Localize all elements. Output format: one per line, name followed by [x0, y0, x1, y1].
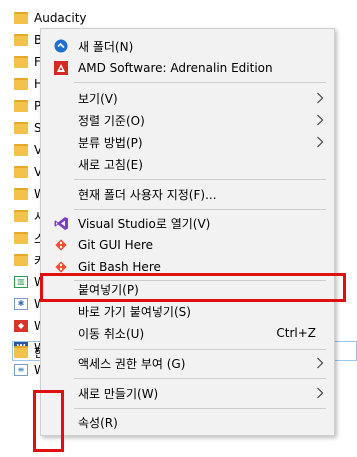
- menu-item-label: 바로 가기 붙여넣기(S): [78, 304, 191, 319]
- file-row[interactable]: F: [14, 52, 41, 72]
- folder-icon: [14, 346, 28, 358]
- menu-item-give-access[interactable]: 액세스 권한 부여 (G): [41, 352, 334, 374]
- menu-item-label: 현재 폴더 사용자 지정(F)...: [78, 187, 217, 202]
- menu-separator: [74, 209, 326, 210]
- menu-item-label: 이동 취소(U): [78, 326, 145, 341]
- menu-item-label: Git Bash Here: [78, 260, 161, 274]
- doc-icon: ≡: [14, 364, 28, 376]
- folder-icon: [14, 12, 28, 24]
- menu-separator: [74, 349, 326, 350]
- menu-item-label: 정렬 기준(O): [78, 113, 145, 128]
- folder-icon: [14, 122, 28, 134]
- menu-item-view[interactable]: 보기(V): [41, 87, 334, 109]
- new-folder-icon: [53, 38, 69, 54]
- file-row[interactable]: P: [14, 96, 41, 116]
- chevron-right-icon: [317, 136, 324, 148]
- menu-item-label: 액세스 권한 부여 (G): [78, 356, 186, 371]
- app-icon: ✱: [14, 298, 28, 310]
- menu-item-label: 보기(V): [78, 91, 118, 106]
- menu-item-refresh[interactable]: 새로 고침(E): [41, 153, 334, 175]
- chevron-right-icon: [317, 357, 324, 369]
- folder-icon: [14, 34, 28, 46]
- menu-item-label: Git GUI Here: [78, 238, 154, 252]
- menu-item-properties[interactable]: 속성(R): [41, 411, 334, 433]
- menu-item-git-gui[interactable]: Git GUI Here: [41, 234, 334, 256]
- menu-separator: [74, 82, 326, 83]
- folder-icon: [14, 188, 28, 200]
- visual-studio-icon: [53, 215, 69, 231]
- highlight-box: [33, 390, 64, 452]
- menu-separator: [74, 179, 326, 180]
- folder-icon: [14, 232, 28, 244]
- chevron-right-icon: [317, 387, 324, 399]
- chart-app-icon: ▥: [14, 276, 28, 288]
- red-app-icon: ◆: [14, 320, 28, 332]
- menu-item-undo-move[interactable]: 이동 취소(U) Ctrl+Z: [41, 322, 334, 344]
- folder-icon: [14, 144, 28, 156]
- folder-icon: [14, 166, 28, 178]
- file-row[interactable]: V: [14, 162, 42, 182]
- highlight-paste-box: [40, 273, 346, 302]
- file-row[interactable]: V: [14, 140, 42, 160]
- chevron-right-icon: [317, 92, 324, 104]
- menu-item-sort[interactable]: 정렬 기준(O): [41, 109, 334, 131]
- shortcut-label: Ctrl+Z: [276, 326, 316, 340]
- folder-icon: [14, 210, 28, 222]
- menu-item-label: 새 폴더(N): [78, 39, 134, 54]
- menu-item-new-folder[interactable]: 새 폴더(N): [41, 35, 334, 57]
- menu-item-paste-shortcut[interactable]: 바로 가기 붙여넣기(S): [41, 300, 334, 322]
- menu-item-group[interactable]: 분류 방법(P): [41, 131, 334, 153]
- file-name: Audacity: [34, 11, 87, 25]
- folder-icon: [14, 56, 28, 68]
- menu-separator: [74, 378, 326, 379]
- menu-item-customize-folder[interactable]: 현재 폴더 사용자 지정(F)...: [41, 183, 334, 205]
- context-menu: 새 폴더(N) AMD Software: Adrenalin Edition …: [40, 28, 335, 436]
- menu-item-new[interactable]: 새로 만들기(W): [41, 382, 334, 404]
- menu-item-visual-studio[interactable]: Visual Studio로 열기(V): [41, 212, 334, 234]
- chevron-right-icon: [317, 114, 324, 126]
- file-row[interactable]: S: [14, 118, 42, 138]
- menu-item-label: 분류 방법(P): [78, 135, 143, 150]
- file-row[interactable]: Audacity: [14, 8, 87, 28]
- folder-icon: [14, 254, 28, 266]
- menu-item-amd[interactable]: AMD Software: Adrenalin Edition: [41, 57, 334, 79]
- menu-item-label: Visual Studio로 열기(V): [78, 216, 211, 231]
- menu-item-label: AMD Software: Adrenalin Edition: [78, 61, 273, 75]
- menu-item-label: 새로 만들기(W): [78, 386, 159, 401]
- folder-icon: [14, 100, 28, 112]
- amd-icon: [53, 60, 69, 76]
- file-row[interactable]: B: [14, 30, 42, 50]
- menu-item-label: 속성(R): [78, 415, 118, 430]
- menu-separator: [74, 408, 326, 409]
- folder-icon: [14, 78, 28, 90]
- menu-item-label: 새로 고침(E): [78, 157, 143, 172]
- git-icon: [53, 237, 69, 253]
- file-row[interactable]: H: [14, 74, 43, 94]
